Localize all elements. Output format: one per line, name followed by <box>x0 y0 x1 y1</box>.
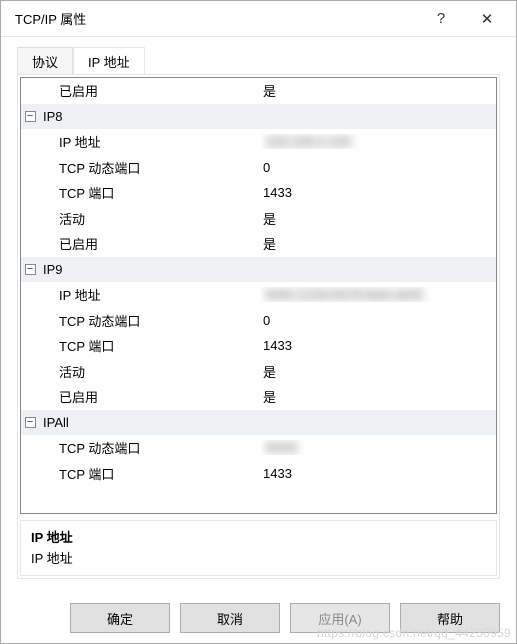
titlebar: TCP/IP 属性 ? ✕ <box>1 1 516 37</box>
property-row[interactable]: 活动是 <box>21 206 496 232</box>
property-label: 活动 <box>39 362 261 381</box>
property-label: 已启用 <box>39 234 261 253</box>
category-row[interactable]: −IP9 <box>21 257 496 283</box>
collapse-icon[interactable]: − <box>25 417 36 428</box>
content-area: 协议 IP 地址 已启用是−IP8IP 地址192.168.1.100TCP 动… <box>1 37 516 593</box>
property-value[interactable]: 1433 <box>261 338 496 353</box>
property-label: IP9 <box>39 262 261 277</box>
property-label: IP 地址 <box>39 285 261 304</box>
description-title: IP 地址 <box>31 527 486 546</box>
close-icon: ✕ <box>481 10 494 28</box>
ok-button[interactable]: 确定 <box>70 603 170 633</box>
property-value[interactable]: 是 <box>261 209 496 228</box>
property-row[interactable]: IP 地址192.168.1.100 <box>21 129 496 155</box>
property-label: TCP 端口 <box>39 336 261 355</box>
property-label: TCP 端口 <box>39 183 261 202</box>
property-grid-scroll[interactable]: 已启用是−IP8IP 地址192.168.1.100TCP 动态端口0TCP 端… <box>20 77 497 514</box>
property-value[interactable]: 1433 <box>261 185 496 200</box>
help-button[interactable]: ? <box>418 4 464 34</box>
property-label: 活动 <box>39 209 261 228</box>
help-icon: ? <box>437 10 445 27</box>
property-row[interactable]: TCP 端口1433 <box>21 180 496 206</box>
property-grid: 已启用是−IP8IP 地址192.168.1.100TCP 动态端口0TCP 端… <box>17 74 500 579</box>
property-row[interactable]: 已启用是 <box>21 231 496 257</box>
description-panel: IP 地址 IP 地址 <box>20 520 497 576</box>
collapse-icon[interactable]: − <box>25 264 36 275</box>
category-row[interactable]: −IP8 <box>21 104 496 130</box>
property-label: 已启用 <box>39 387 261 406</box>
tab-protocol[interactable]: 协议 <box>17 47 73 75</box>
property-row[interactable]: 活动是 <box>21 359 496 385</box>
property-label: TCP 动态端口 <box>39 311 261 330</box>
property-label: TCP 动态端口 <box>39 438 261 457</box>
description-body: IP 地址 <box>31 548 486 567</box>
apply-button[interactable]: 应用(A) <box>290 603 390 633</box>
property-row[interactable]: TCP 动态端口0 <box>21 155 496 181</box>
property-label: IP 地址 <box>39 132 261 151</box>
property-value[interactable]: 0 <box>261 313 496 328</box>
property-label: IP8 <box>39 109 261 124</box>
category-row[interactable]: −IPAll <box>21 410 496 436</box>
property-row[interactable]: TCP 动态端口0 <box>21 308 496 334</box>
property-value[interactable]: 192.168.1.100 <box>261 134 496 149</box>
property-value[interactable]: 是 <box>261 387 496 406</box>
collapse-icon[interactable]: − <box>25 111 36 122</box>
property-value[interactable]: fe80::1234:5678:9abc:def0 <box>261 287 496 302</box>
tab-strip: 协议 IP 地址 <box>17 47 500 75</box>
window-title: TCP/IP 属性 <box>15 9 86 28</box>
property-label: 已启用 <box>39 81 261 100</box>
property-row[interactable]: TCP 端口1433 <box>21 333 496 359</box>
property-value[interactable]: 0000 <box>261 440 496 455</box>
property-row[interactable]: 已启用是 <box>21 384 496 410</box>
property-label: TCP 动态端口 <box>39 158 261 177</box>
property-row[interactable]: TCP 动态端口0000 <box>21 435 496 461</box>
tab-ip-address[interactable]: IP 地址 <box>73 47 145 75</box>
property-row[interactable]: TCP 端口1433 <box>21 461 496 487</box>
property-value[interactable]: 是 <box>261 362 496 381</box>
button-row: 确定 取消 应用(A) 帮助 <box>1 593 516 643</box>
close-button[interactable]: ✕ <box>464 4 510 34</box>
property-label: TCP 端口 <box>39 464 261 483</box>
property-row[interactable]: 已启用是 <box>21 78 496 104</box>
property-label: IPAll <box>39 415 261 430</box>
property-row[interactable]: IP 地址fe80::1234:5678:9abc:def0 <box>21 282 496 308</box>
property-value[interactable]: 1433 <box>261 466 496 481</box>
property-value[interactable]: 0 <box>261 160 496 175</box>
help-button-bottom[interactable]: 帮助 <box>400 603 500 633</box>
property-value[interactable]: 是 <box>261 81 496 100</box>
cancel-button[interactable]: 取消 <box>180 603 280 633</box>
property-value[interactable]: 是 <box>261 234 496 253</box>
dialog-window: TCP/IP 属性 ? ✕ 协议 IP 地址 已启用是−IP8IP 地址192.… <box>0 0 517 644</box>
